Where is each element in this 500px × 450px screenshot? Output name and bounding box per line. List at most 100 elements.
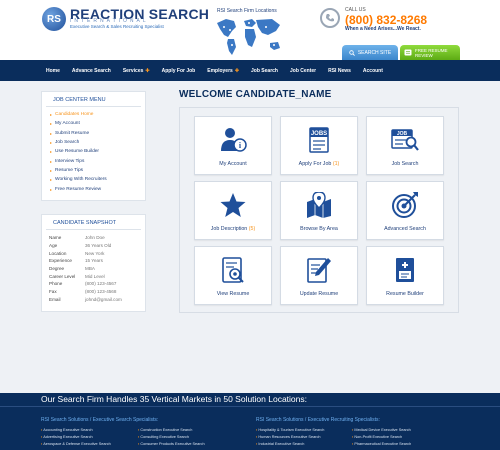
snapshot-value[interactable]: johnd@gmail.com [85, 297, 122, 302]
tile-label: Update Resume [299, 291, 339, 297]
menu-label: Use Resume Builder [55, 149, 100, 155]
menu-item-working-with-recruiters[interactable]: ▸ Working With Recruiters [50, 175, 137, 184]
menu-label: Interview Tips [55, 158, 85, 164]
site-header: RS REACTION SEARCH INTERNATIONAL Executi… [0, 0, 500, 60]
nav-label: Services [122, 67, 144, 74]
nav-item-rsi-news[interactable]: RSI News [322, 68, 357, 74]
tile-my-account[interactable]: i My Account [194, 116, 272, 175]
snapshot-key: Age [49, 243, 58, 249]
footer-col1-title: RSI Search Solutions / Executive Search … [41, 417, 159, 423]
snapshot-row-fax: Fax (800) 123-4568 [42, 288, 145, 296]
nav-label: Account [362, 67, 383, 74]
logo-tagline: Executive Search & Sales Recruiting Spec… [70, 24, 164, 29]
view-resume-icon [220, 256, 246, 284]
footer-link[interactable]: Non-Profit Executive Search [352, 435, 402, 439]
nav-item-apply-for-job[interactable]: Apply For Job [156, 68, 202, 74]
snapshot-row-phone: Phone (800) 123-4567 [42, 280, 145, 288]
main-nav: Home Advance Search Services ✚ Apply For … [0, 60, 500, 81]
bullet-arrow-icon: ▸ [50, 167, 53, 173]
document-icon [404, 49, 412, 56]
nav-item-employers[interactable]: Employers ✚ [201, 68, 245, 74]
phone-number[interactable]: (800) 832-8268 [345, 13, 427, 27]
nav-item-account[interactable]: Account [357, 68, 389, 74]
tile-label: Job Search [391, 161, 419, 167]
tile-view-resume[interactable]: View Resume [194, 246, 272, 305]
free-resume-review-button[interactable]: FREE RESUME REVIEW [400, 45, 460, 60]
footer-link[interactable]: Human Resources Executive Search [256, 435, 320, 439]
bullet-arrow-icon: ▸ [50, 186, 53, 192]
footer-link[interactable]: Industrial Executive Search [256, 442, 304, 446]
bullet-arrow-icon: ▸ [50, 121, 53, 127]
snapshot-row-email: Email johnd@gmail.com [42, 296, 145, 304]
tile-browse-by-area[interactable]: Browse By Area [280, 181, 358, 240]
snapshot-key: Phone [49, 281, 63, 287]
snapshot-key: Experience [49, 258, 72, 264]
bullet-arrow-icon: ▸ [50, 140, 53, 146]
menu-list: ▸ Candidates Home ▸ My Account ▸ Submit Res… [42, 107, 145, 197]
tile-label: Advanced Search [384, 226, 426, 232]
tile-job-search[interactable]: JOB Job Search [366, 116, 444, 175]
snapshot-row-experience: Experience 15 Years [42, 257, 145, 265]
dropdown-arrow-icon: ✚ [234, 67, 240, 74]
tile-job-description[interactable]: Job Description (5) [194, 181, 272, 240]
menu-label: Resume Tips [55, 167, 84, 173]
nav-item-services[interactable]: Services ✚ [117, 68, 156, 74]
jobs-folder-icon: JOBS [306, 126, 332, 154]
world-map-icon[interactable] [214, 15, 284, 57]
search-icon [349, 49, 355, 56]
snapshot-value: Mid Level [85, 273, 105, 279]
footer-link[interactable]: Aerospace & Defense Executive Search [41, 442, 111, 446]
job-search-icon: JOB [390, 126, 420, 154]
footer-link[interactable]: Consulting Executive Search [138, 435, 189, 439]
menu-item-candidates-home[interactable]: ▸ Candidates Home [50, 110, 137, 119]
menu-label: Job Search [55, 140, 80, 146]
snapshot-row-career-level: Career Level Mid Level [42, 272, 145, 280]
tile-label: Browse By Area [300, 226, 338, 232]
footer-link[interactable]: Accounting Executive Search [41, 428, 92, 432]
menu-label: Working With Recruiters [55, 177, 107, 183]
nav-item-job-search[interactable]: Job Search [245, 68, 284, 74]
footer-link[interactable]: Advertising Executive Search [41, 435, 92, 439]
menu-item-interview-tips[interactable]: ▸ Interview Tips [50, 156, 137, 165]
menu-item-job-search[interactable]: ▸ Job Search [50, 138, 137, 147]
snapshot-row-name: Name John Doe [42, 234, 145, 242]
snapshot-value: New York [85, 250, 105, 256]
menu-item-resume-tips[interactable]: ▸ Resume Tips [50, 166, 137, 175]
bullet-arrow-icon: ▸ [50, 149, 53, 155]
menu-item-my-account[interactable]: ▸ My Account [50, 119, 137, 128]
nav-label: Advance Search [71, 67, 111, 74]
candidate-snapshot: CANDIDATE SNAPSHOT Name John Doe Age 36 Ye… [41, 214, 146, 312]
tile-resume-builder[interactable]: Resume Builder [366, 246, 444, 305]
map-label: RSI Search Firm Locations [217, 8, 277, 14]
footer-link[interactable]: Pharmaceutical Executive Search [352, 442, 411, 446]
tile-apply-for-job[interactable]: JOBS Apply For Job (1) [280, 116, 358, 175]
menu-item-submit-resume[interactable]: ▸ Submit Resume [50, 129, 137, 138]
nav-item-home[interactable]: Home [40, 68, 66, 74]
tile-label: Apply For Job (1) [298, 161, 340, 167]
menu-item-resume-builder[interactable]: ▸ Use Resume Builder [50, 147, 137, 156]
nav-item-job-center[interactable]: Job Center [284, 68, 322, 74]
menu-item-free-resume-review[interactable]: ▸ Free Resume Review [50, 184, 137, 193]
footer-link[interactable]: Consumer Products Executive Search [138, 442, 204, 446]
footer-link[interactable]: Hospitality & Tourism Executive Search [256, 428, 324, 432]
nav-label: Apply For Job [161, 67, 196, 74]
nav-label: Job Center [289, 67, 317, 74]
footer-headline: Our Search Firm Handles 35 Vertical Mark… [41, 394, 307, 404]
resume-builder-icon [393, 256, 417, 284]
footer-link[interactable]: Medical Device Executive Search [352, 428, 410, 432]
logo-emblem[interactable]: RS [42, 7, 66, 31]
nav-item-advance-search[interactable]: Advance Search [66, 68, 117, 74]
job-center-menu: JOB CENTER MENU ▸ Candidates Home ▸ My Acc… [41, 91, 146, 201]
snapshot-value: (800) 123-4567 [85, 281, 117, 287]
snapshot-key: Career Level [49, 273, 76, 279]
snapshot-value: MBA [85, 266, 95, 272]
tile-advanced-search[interactable]: Advanced Search [366, 181, 444, 240]
footer-link[interactable]: Construction Executive Search [138, 428, 192, 432]
snapshot-value: 15 Years [85, 258, 103, 264]
menu-title: JOB CENTER MENU [46, 92, 141, 107]
dashboard-panel: i My Account JOBS Apply For Job (1) JOB … [179, 107, 459, 313]
tile-label: Resume Builder [386, 291, 424, 297]
tile-update-resume[interactable]: Update Resume [280, 246, 358, 305]
search-site-button[interactable]: SEARCH SITE [342, 45, 398, 60]
nav-label: Employers [207, 67, 233, 74]
